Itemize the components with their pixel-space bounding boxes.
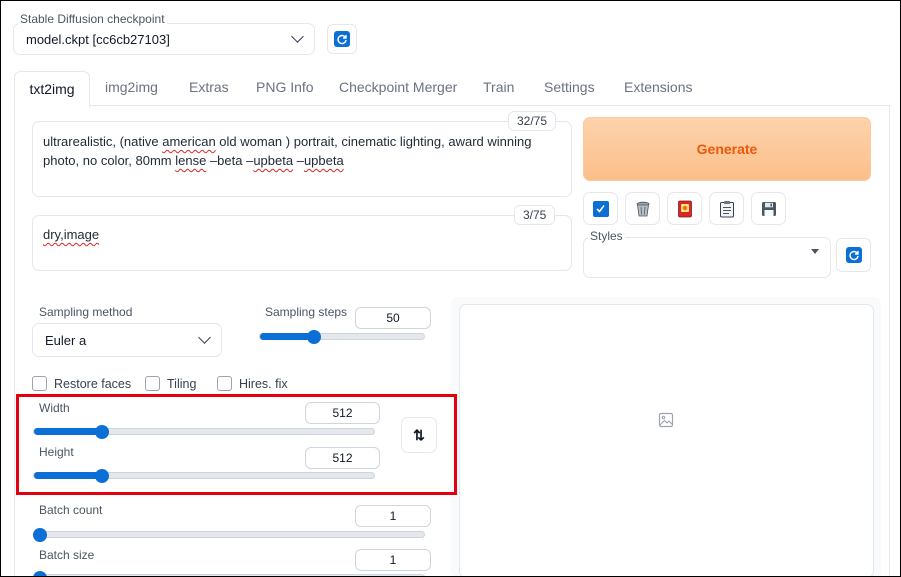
negative-prompt-textarea[interactable]: dry,image	[32, 215, 572, 271]
app-window: Stable Diffusion checkpoint model.ckpt […	[0, 0, 901, 577]
prompt-text: –beta –	[206, 153, 254, 168]
generate-button[interactable]: Generate	[583, 117, 871, 181]
prompt-text: ultrarealistic, (native	[43, 134, 163, 149]
clipboard-icon	[719, 200, 734, 217]
negative-token-counter: 3/75	[514, 205, 556, 225]
tiling-checkbox[interactable]	[145, 376, 160, 391]
prompt-text: upbeta	[303, 153, 344, 168]
panel-border-left	[14, 105, 15, 576]
checkpoint-refresh-button[interactable]	[327, 24, 357, 54]
prompt-text: american	[162, 134, 216, 149]
prompt-text: upbeta	[253, 153, 294, 168]
prompt-token-counter: 32/75	[508, 111, 557, 131]
prompt-text: –	[293, 153, 304, 168]
restore-faces-checkbox[interactable]	[32, 376, 47, 391]
checkpoint-value: model.ckpt [cc6cb27103]	[26, 32, 170, 47]
show-extra-networks-button[interactable]	[667, 192, 702, 225]
restore-faces-label: Restore faces	[54, 377, 132, 391]
highlight-box	[16, 394, 457, 495]
tab-img2img[interactable]: img2img	[105, 79, 158, 95]
sampling-steps-input[interactable]: 50	[355, 307, 431, 329]
prompt-textarea[interactable]: ultrarealistic, (native american old wom…	[32, 121, 572, 197]
tab-extensions[interactable]: Extensions	[624, 79, 692, 95]
sampling-steps-slider[interactable]	[259, 330, 425, 344]
tab-extras[interactable]: Extras	[189, 79, 229, 95]
checkpoint-label: Stable Diffusion checkpoint	[18, 12, 167, 26]
tiling-label: Tiling	[167, 377, 197, 391]
tab-png-info[interactable]: PNG Info	[256, 79, 314, 95]
save-style-button[interactable]	[751, 192, 786, 225]
sampling-method-value: Euler a	[45, 333, 87, 348]
styles-label: Styles	[588, 229, 625, 243]
tab-txt2img[interactable]: txt2img	[14, 71, 90, 107]
refresh-icon	[334, 31, 350, 47]
negative-prompt-text: dry,image	[43, 227, 100, 242]
styles-dropdown[interactable]	[583, 237, 831, 278]
batch-count-input[interactable]: 1	[355, 505, 431, 527]
batch-count-slider[interactable]	[33, 528, 425, 542]
sampling-method-label: Sampling method	[39, 305, 133, 319]
trash-icon	[636, 201, 649, 216]
output-gallery	[459, 304, 874, 576]
image-placeholder-icon	[658, 412, 674, 428]
tab-divider	[14, 105, 890, 106]
tab-train[interactable]: Train	[483, 79, 514, 95]
batch-count-label: Batch count	[39, 503, 103, 517]
hires-fix-label: Hires. fix	[239, 377, 288, 391]
slider-thumb[interactable]	[307, 330, 321, 344]
paste-button[interactable]	[709, 192, 744, 225]
card-icon	[677, 200, 692, 217]
apply-button[interactable]	[583, 192, 618, 225]
panel-border-right	[889, 105, 890, 576]
save-icon	[761, 201, 776, 216]
refresh-icon	[845, 247, 862, 263]
slider-thumb[interactable]	[33, 571, 47, 576]
batch-size-label: Batch size	[39, 548, 95, 562]
tab-settings[interactable]: Settings	[544, 79, 595, 95]
check-icon	[592, 200, 609, 217]
slider-thumb[interactable]	[33, 528, 47, 542]
dropdown-arrow-icon	[811, 249, 819, 254]
sampling-steps-label: Sampling steps	[265, 305, 348, 319]
tab-checkpoint-merger[interactable]: Checkpoint Merger	[339, 79, 457, 95]
slider-fill	[260, 333, 314, 340]
styles-refresh-button[interactable]	[836, 238, 871, 272]
hires-fix-checkbox[interactable]	[217, 376, 232, 391]
batch-size-input[interactable]: 1	[355, 549, 431, 571]
prompt-text: lense	[175, 153, 207, 168]
clear-prompt-button[interactable]	[625, 192, 660, 225]
